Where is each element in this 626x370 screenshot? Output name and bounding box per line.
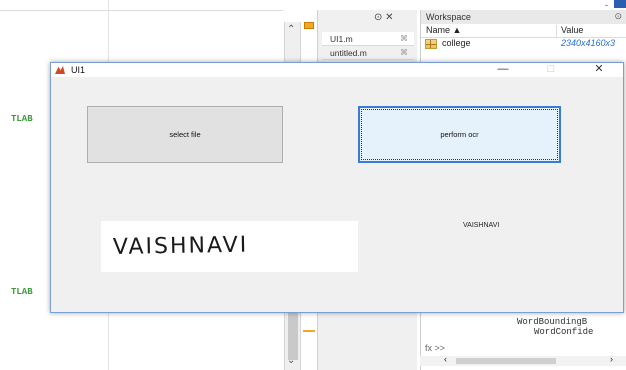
- maximize-button[interactable]: □: [541, 63, 561, 77]
- matrix-variable-icon: [425, 39, 437, 49]
- scrollbar-thumb[interactable]: [456, 358, 556, 364]
- tab-close-icon[interactable]: ⌘: [400, 46, 408, 60]
- close-button[interactable]: ✕: [589, 63, 609, 77]
- workspace-variable-value[interactable]: 2340x4160x3: [561, 38, 615, 48]
- tab-label: untitled.m: [330, 48, 367, 58]
- command-horizontal-scrollbar[interactable]: ‹ ›: [420, 354, 626, 366]
- scroll-up-icon[interactable]: ⌃: [287, 24, 295, 35]
- perform-ocr-button[interactable]: perform ocr: [358, 106, 561, 163]
- command-prompt-label: fx >>: [425, 343, 446, 353]
- scroll-right-icon[interactable]: ›: [610, 354, 613, 364]
- tab-label: UI1.m: [330, 34, 353, 44]
- ui1-window[interactable]: UI1 — □ ✕ select file perform ocr VAISHN…: [50, 62, 624, 313]
- minimize-button[interactable]: —: [493, 63, 513, 77]
- warning-marker-icon[interactable]: [303, 330, 315, 332]
- editor-divider-horizontal: [0, 10, 283, 11]
- editor-code-fragment: TLAB: [11, 114, 33, 124]
- editor-code-fragment: TLAB: [11, 287, 33, 297]
- workspace-variable-name[interactable]: college: [442, 38, 471, 48]
- ocr-result-text: VAISHNAVI: [463, 222, 500, 229]
- scroll-down-icon[interactable]: ⌄: [287, 355, 295, 366]
- workspace-column-name[interactable]: Name ▲: [426, 25, 461, 35]
- matlab-logo-icon: [55, 66, 65, 74]
- tab-controls-icon[interactable]: ⊙ ✕: [374, 12, 394, 23]
- workspace-menu-icon[interactable]: ⊙: [614, 11, 622, 22]
- handwritten-text: VAISHNAVI: [113, 233, 249, 260]
- select-file-button[interactable]: select file: [87, 106, 283, 163]
- tab-untitled-m[interactable]: untitled.m ⌘: [322, 46, 414, 60]
- window-title: UI1: [71, 65, 86, 75]
- tab-close-icon[interactable]: ⌘: [400, 32, 408, 46]
- toolbar-fragment: -: [605, 0, 608, 10]
- workspace-title: Workspace: [421, 10, 626, 24]
- handwritten-name-image: VAISHNAVI: [113, 233, 249, 260]
- command-output-line: WordConfide: [534, 327, 594, 337]
- command-prompt[interactable]: fx >>: [420, 342, 626, 356]
- warning-marker-icon[interactable]: [304, 22, 314, 29]
- toolbar-icon[interactable]: [614, 0, 626, 8]
- input-image-display: VAISHNAVI: [101, 221, 358, 272]
- tab-ui1-m[interactable]: UI1.m ⌘: [322, 32, 414, 46]
- scrollbar-thumb[interactable]: [288, 312, 298, 360]
- workspace-column-value[interactable]: Value: [561, 25, 583, 35]
- window-titlebar[interactable]: UI1 — □ ✕: [51, 63, 623, 77]
- command-output-line: WordBoundingB: [517, 317, 588, 327]
- scroll-left-icon[interactable]: ‹: [444, 354, 447, 364]
